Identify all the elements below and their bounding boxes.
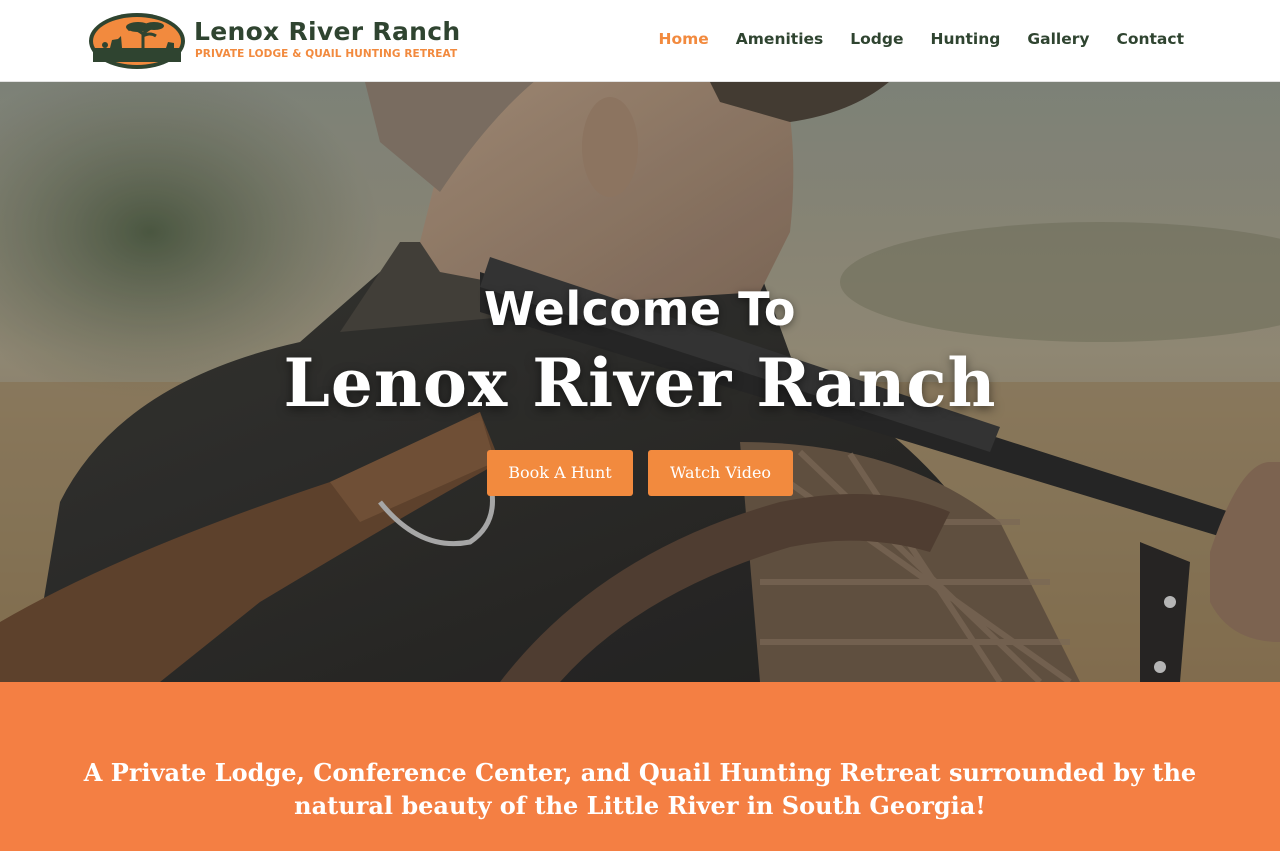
nav-item-home[interactable]: Home [658, 30, 708, 48]
intro-band: A Private Lodge, Conference Center, and … [0, 682, 1280, 851]
site-header: Lenox River Ranch PRIVATE LODGE & QUAIL … [0, 0, 1280, 82]
nav-item-amenities[interactable]: Amenities [736, 30, 823, 48]
hero-title: Lenox River Ranch [283, 344, 997, 422]
main-nav: Home Amenities Lodge Hunting Gallery Con… [631, 30, 1184, 48]
logo-tagline: PRIVATE LODGE & QUAIL HUNTING RETREAT [195, 48, 458, 60]
nav-item-lodge[interactable]: Lodge [850, 30, 903, 48]
watch-video-button[interactable]: Watch Video [648, 450, 793, 496]
ranch-logo-icon [89, 13, 185, 69]
nav-item-hunting[interactable]: Hunting [930, 30, 1000, 48]
hero-welcome-heading: Welcome To [484, 282, 796, 336]
book-hunt-button[interactable]: Book A Hunt [487, 450, 633, 496]
logo-link[interactable]: Lenox River Ranch PRIVATE LODGE & QUAIL … [88, 10, 461, 72]
nav-item-contact[interactable]: Contact [1116, 30, 1184, 48]
nav-item-gallery[interactable]: Gallery [1027, 30, 1089, 48]
intro-text: A Private Lodge, Conference Center, and … [83, 758, 1197, 820]
hero-section: Welcome To Lenox River Ranch Book A Hunt… [0, 82, 1280, 682]
logo-title: Lenox River Ranch [194, 17, 461, 46]
